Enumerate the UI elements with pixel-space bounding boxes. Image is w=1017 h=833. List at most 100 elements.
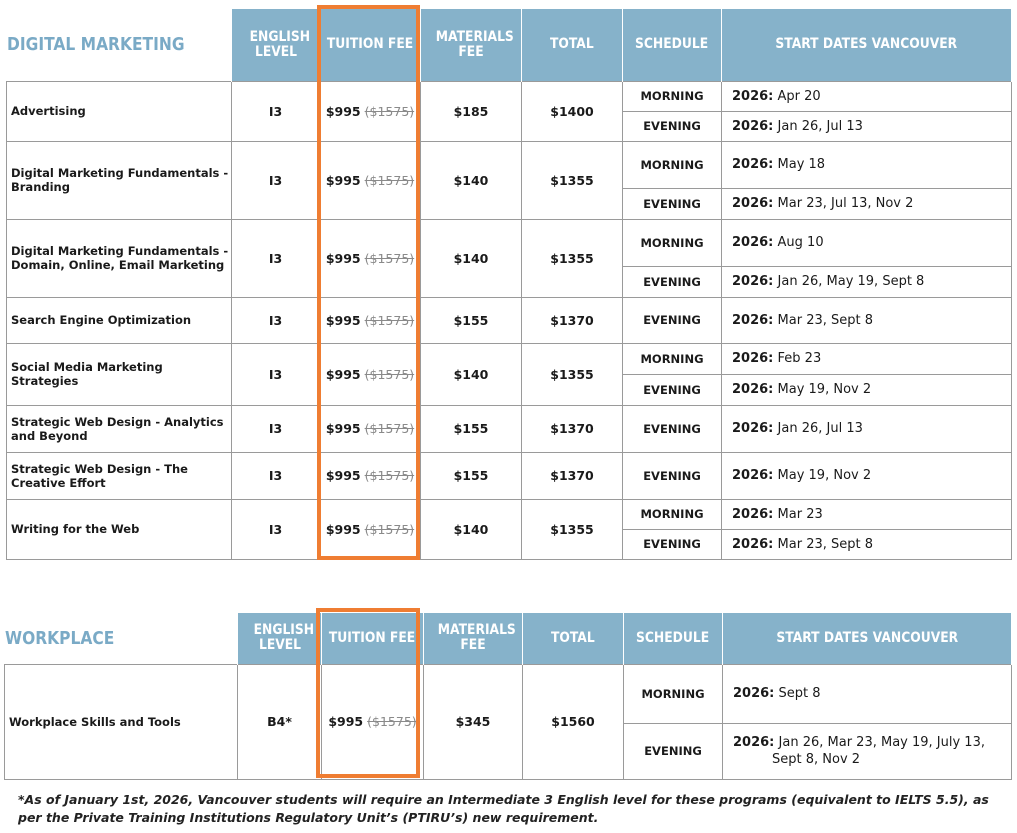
tuition-original: ($1575) (364, 250, 415, 266)
workplace-table: WORKPLACE ENGLISH LEVEL TUITION FEE MATE… (4, 613, 1012, 780)
course-name: Digital Marketing Fundamentals - Domain,… (6, 218, 232, 298)
course-name: Digital Marketing Fundamentals - Brandin… (6, 140, 232, 220)
start-dates: 2026: Aug 10 (721, 218, 1012, 267)
english-level: I3 (231, 296, 320, 344)
start-date-list: Mar 23, Jul 13, Nov 2 (777, 196, 914, 211)
start-dates: 2026: Mar 23, Jul 13, Nov 2 (721, 187, 1012, 220)
schedule-time: EVENING (622, 110, 722, 142)
english-level: I3 (231, 218, 320, 298)
start-dates: 2026: May 19, Nov 2 (721, 373, 1012, 406)
schedule-time: EVENING (623, 722, 723, 780)
start-date-list: Sept 8 (778, 686, 821, 701)
tuition-original: ($1575) (364, 366, 415, 382)
materials-fee: $155 (420, 296, 522, 344)
materials-fee: $155 (420, 451, 522, 500)
start-date-list: May 19, Nov 2 (777, 382, 872, 397)
tuition-fee: $995 ($1575) (319, 218, 421, 298)
schedule-time: EVENING (622, 451, 722, 500)
start-year: 2026: (733, 686, 775, 701)
start-date-list: Jan 26, Mar 23, May 19, July 13, (778, 735, 985, 750)
schedule-time: MORNING (622, 218, 722, 267)
start-date-list: May 19, Nov 2 (777, 468, 872, 483)
schedule-time: EVENING (622, 528, 722, 560)
header-english-level: ENGLISH LEVEL (253, 622, 314, 654)
start-date-list: Mar 23 (777, 506, 823, 522)
schedule-time: MORNING (622, 342, 722, 375)
header-materials-fee: MATERIALS FEE (435, 28, 514, 60)
course-name: Writing for the Web (6, 498, 232, 560)
total-fee: $1560 (522, 663, 624, 780)
header-schedule: SCHEDULE (635, 36, 709, 53)
start-year: 2026: (732, 274, 774, 289)
tuition-fee: $995 ($1575) (321, 663, 424, 780)
tuition-original: ($1575) (364, 103, 415, 119)
start-dates: 2026: May 18 (721, 140, 1012, 189)
table-row: Search Engine Optimization I3 $995 ($1575)… (6, 296, 1012, 344)
header-schedule: SCHEDULE (636, 629, 710, 646)
course-name: Strategic Web Design - Analytics and Bey… (6, 404, 232, 453)
materials-fee: $140 (420, 498, 522, 560)
schedule-time: MORNING (623, 663, 723, 724)
start-dates: 2026: Feb 23 (721, 342, 1012, 375)
start-date-list: Feb 23 (777, 351, 822, 366)
start-year: 2026: (732, 382, 774, 397)
start-year: 2026: (732, 118, 774, 134)
tuition-original: ($1575) (364, 468, 415, 483)
schedule-time: MORNING (622, 140, 722, 189)
start-date-list: Jan 26, May 19, Sept 8 (777, 274, 925, 289)
header-tuition-fee: TUITION FEE (329, 629, 416, 646)
tuition-fee: $995 ($1575) (319, 342, 421, 406)
english-level: I3 (231, 498, 320, 560)
tuition-current: $995 (325, 172, 361, 188)
total-fee: $1355 (521, 140, 623, 220)
schedule-time: EVENING (622, 373, 722, 406)
start-date-list: Aug 10 (777, 235, 824, 250)
table-row: Strategic Web Design - Analytics and Bey… (6, 404, 1012, 453)
start-year: 2026: (732, 421, 774, 436)
materials-fee: $345 (423, 663, 523, 780)
english-level: I3 (231, 140, 320, 220)
start-dates: 2026: Jan 26, Jul 13 (721, 404, 1012, 453)
english-level: I3 (231, 80, 320, 142)
tuition-current: $995 (328, 714, 364, 729)
tuition-current: $995 (325, 103, 361, 119)
tuition-current: $995 (325, 250, 361, 266)
schedule-time: EVENING (622, 265, 722, 298)
start-year: 2026: (732, 157, 774, 172)
start-dates: 2026: Mar 23 (721, 498, 1012, 530)
table-row: Social Media Marketing Strategies I3 $995 … (6, 342, 1012, 406)
table-row: Workplace Skills and Tools B4* $995 ($1575… (4, 663, 1012, 780)
english-level: I3 (231, 404, 320, 453)
start-dates: 2026: Mar 23, Sept 8 (721, 296, 1012, 344)
tuition-original: ($1575) (364, 521, 415, 537)
footnote: *As of January 1st, 2026, Vancouver stud… (18, 792, 989, 825)
total-fee: $1370 (521, 404, 623, 453)
total-fee: $1355 (521, 498, 623, 560)
course-name: Search Engine Optimization (6, 296, 232, 344)
start-dates: 2026: Sept 8 (722, 663, 1012, 724)
start-year: 2026: (732, 196, 774, 211)
start-date-list: Jan 26, Jul 13 (777, 118, 863, 134)
materials-fee: $140 (420, 140, 522, 220)
tuition-current: $995 (325, 366, 361, 382)
course-name: Social Media Marketing Strategies (6, 342, 232, 406)
table-row: Writing for the Web I3 $995 ($1575) $140 $13… (6, 498, 1012, 560)
start-date-list: Jan 26, Jul 13 (777, 421, 863, 436)
materials-fee: $185 (420, 80, 522, 142)
start-date-list: Sept 8, Nov 2 (772, 752, 861, 767)
start-date-list: May 18 (777, 157, 826, 172)
materials-fee: $140 (420, 218, 522, 298)
header-start-dates: START DATES VANCOUVER (775, 36, 958, 53)
digital-marketing-table: DIGITAL MARKETING ENGLISH LEVEL TUITION … (6, 9, 1012, 560)
tuition-fee: $995 ($1575) (319, 404, 421, 453)
tuition-original: ($1575) (364, 312, 415, 328)
course-name: Strategic Web Design - The Creative Effo… (6, 451, 232, 500)
total-fee: $1355 (521, 218, 623, 298)
total-fee: $1370 (521, 451, 623, 500)
header-tuition-fee: TUITION FEE (326, 36, 414, 53)
tuition-current: $995 (325, 421, 361, 436)
start-year: 2026: (732, 468, 774, 483)
start-dates: 2026: Jan 26, Jul 13 (721, 110, 1012, 142)
start-year: 2026: (732, 506, 774, 522)
schedule-time: MORNING (622, 80, 722, 112)
